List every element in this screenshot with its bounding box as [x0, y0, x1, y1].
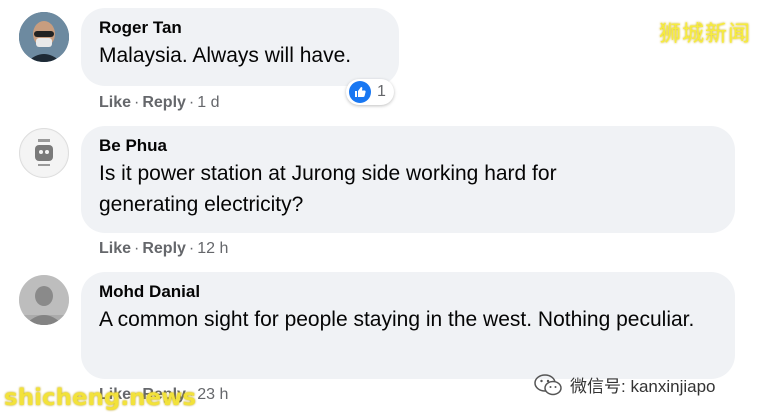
comment-timestamp[interactable]: 23 h	[197, 386, 228, 403]
wechat-watermark: 微信号: kanxinjiapo	[534, 372, 716, 397]
comment-text: A common sight for people staying in the…	[99, 308, 695, 331]
wechat-id: 微信号: kanxinjiapo	[570, 377, 716, 396]
comment-author[interactable]: Be Phua	[99, 136, 717, 156]
avatar-photo-icon	[19, 275, 69, 325]
avatar[interactable]	[19, 12, 69, 62]
reply-button[interactable]: Reply	[142, 240, 186, 257]
like-button[interactable]: Like	[99, 240, 131, 257]
comment-actions: Like · Reply · 12 h	[99, 240, 229, 257]
avatar-photo-icon	[19, 12, 69, 62]
reply-button[interactable]: Reply	[142, 94, 186, 111]
watermark-top-right: 狮城新闻	[658, 22, 751, 47]
watermark-bottom-left: shicheng.news	[4, 385, 197, 411]
avatar[interactable]	[19, 128, 69, 178]
reaction-count: 1	[377, 83, 386, 100]
comment-actions: Like · Reply · 1 d	[99, 94, 220, 111]
comment-text: Malaysia. Always will have.	[99, 44, 352, 67]
thumbs-up-icon	[349, 81, 371, 103]
comment-author[interactable]: Roger Tan	[99, 18, 381, 38]
comment-text: Is it power station at Jurong side worki…	[99, 162, 557, 216]
comment-bubble: Roger Tan Malaysia. Always will have.	[81, 8, 399, 86]
like-button[interactable]: Like	[99, 94, 131, 111]
comment-timestamp[interactable]: 12 h	[197, 240, 228, 257]
wechat-icon	[534, 373, 562, 395]
comment-author[interactable]: Mohd Danial	[99, 282, 717, 302]
comment-timestamp[interactable]: 1 d	[197, 94, 219, 111]
comment-bubble: Be Phua Is it power station at Jurong si…	[81, 126, 735, 233]
avatar-logo-icon	[21, 130, 67, 176]
comment-bubble: Mohd Danial A common sight for people st…	[81, 272, 735, 379]
avatar[interactable]	[19, 275, 69, 325]
reaction-badge[interactable]: 1	[346, 79, 394, 105]
